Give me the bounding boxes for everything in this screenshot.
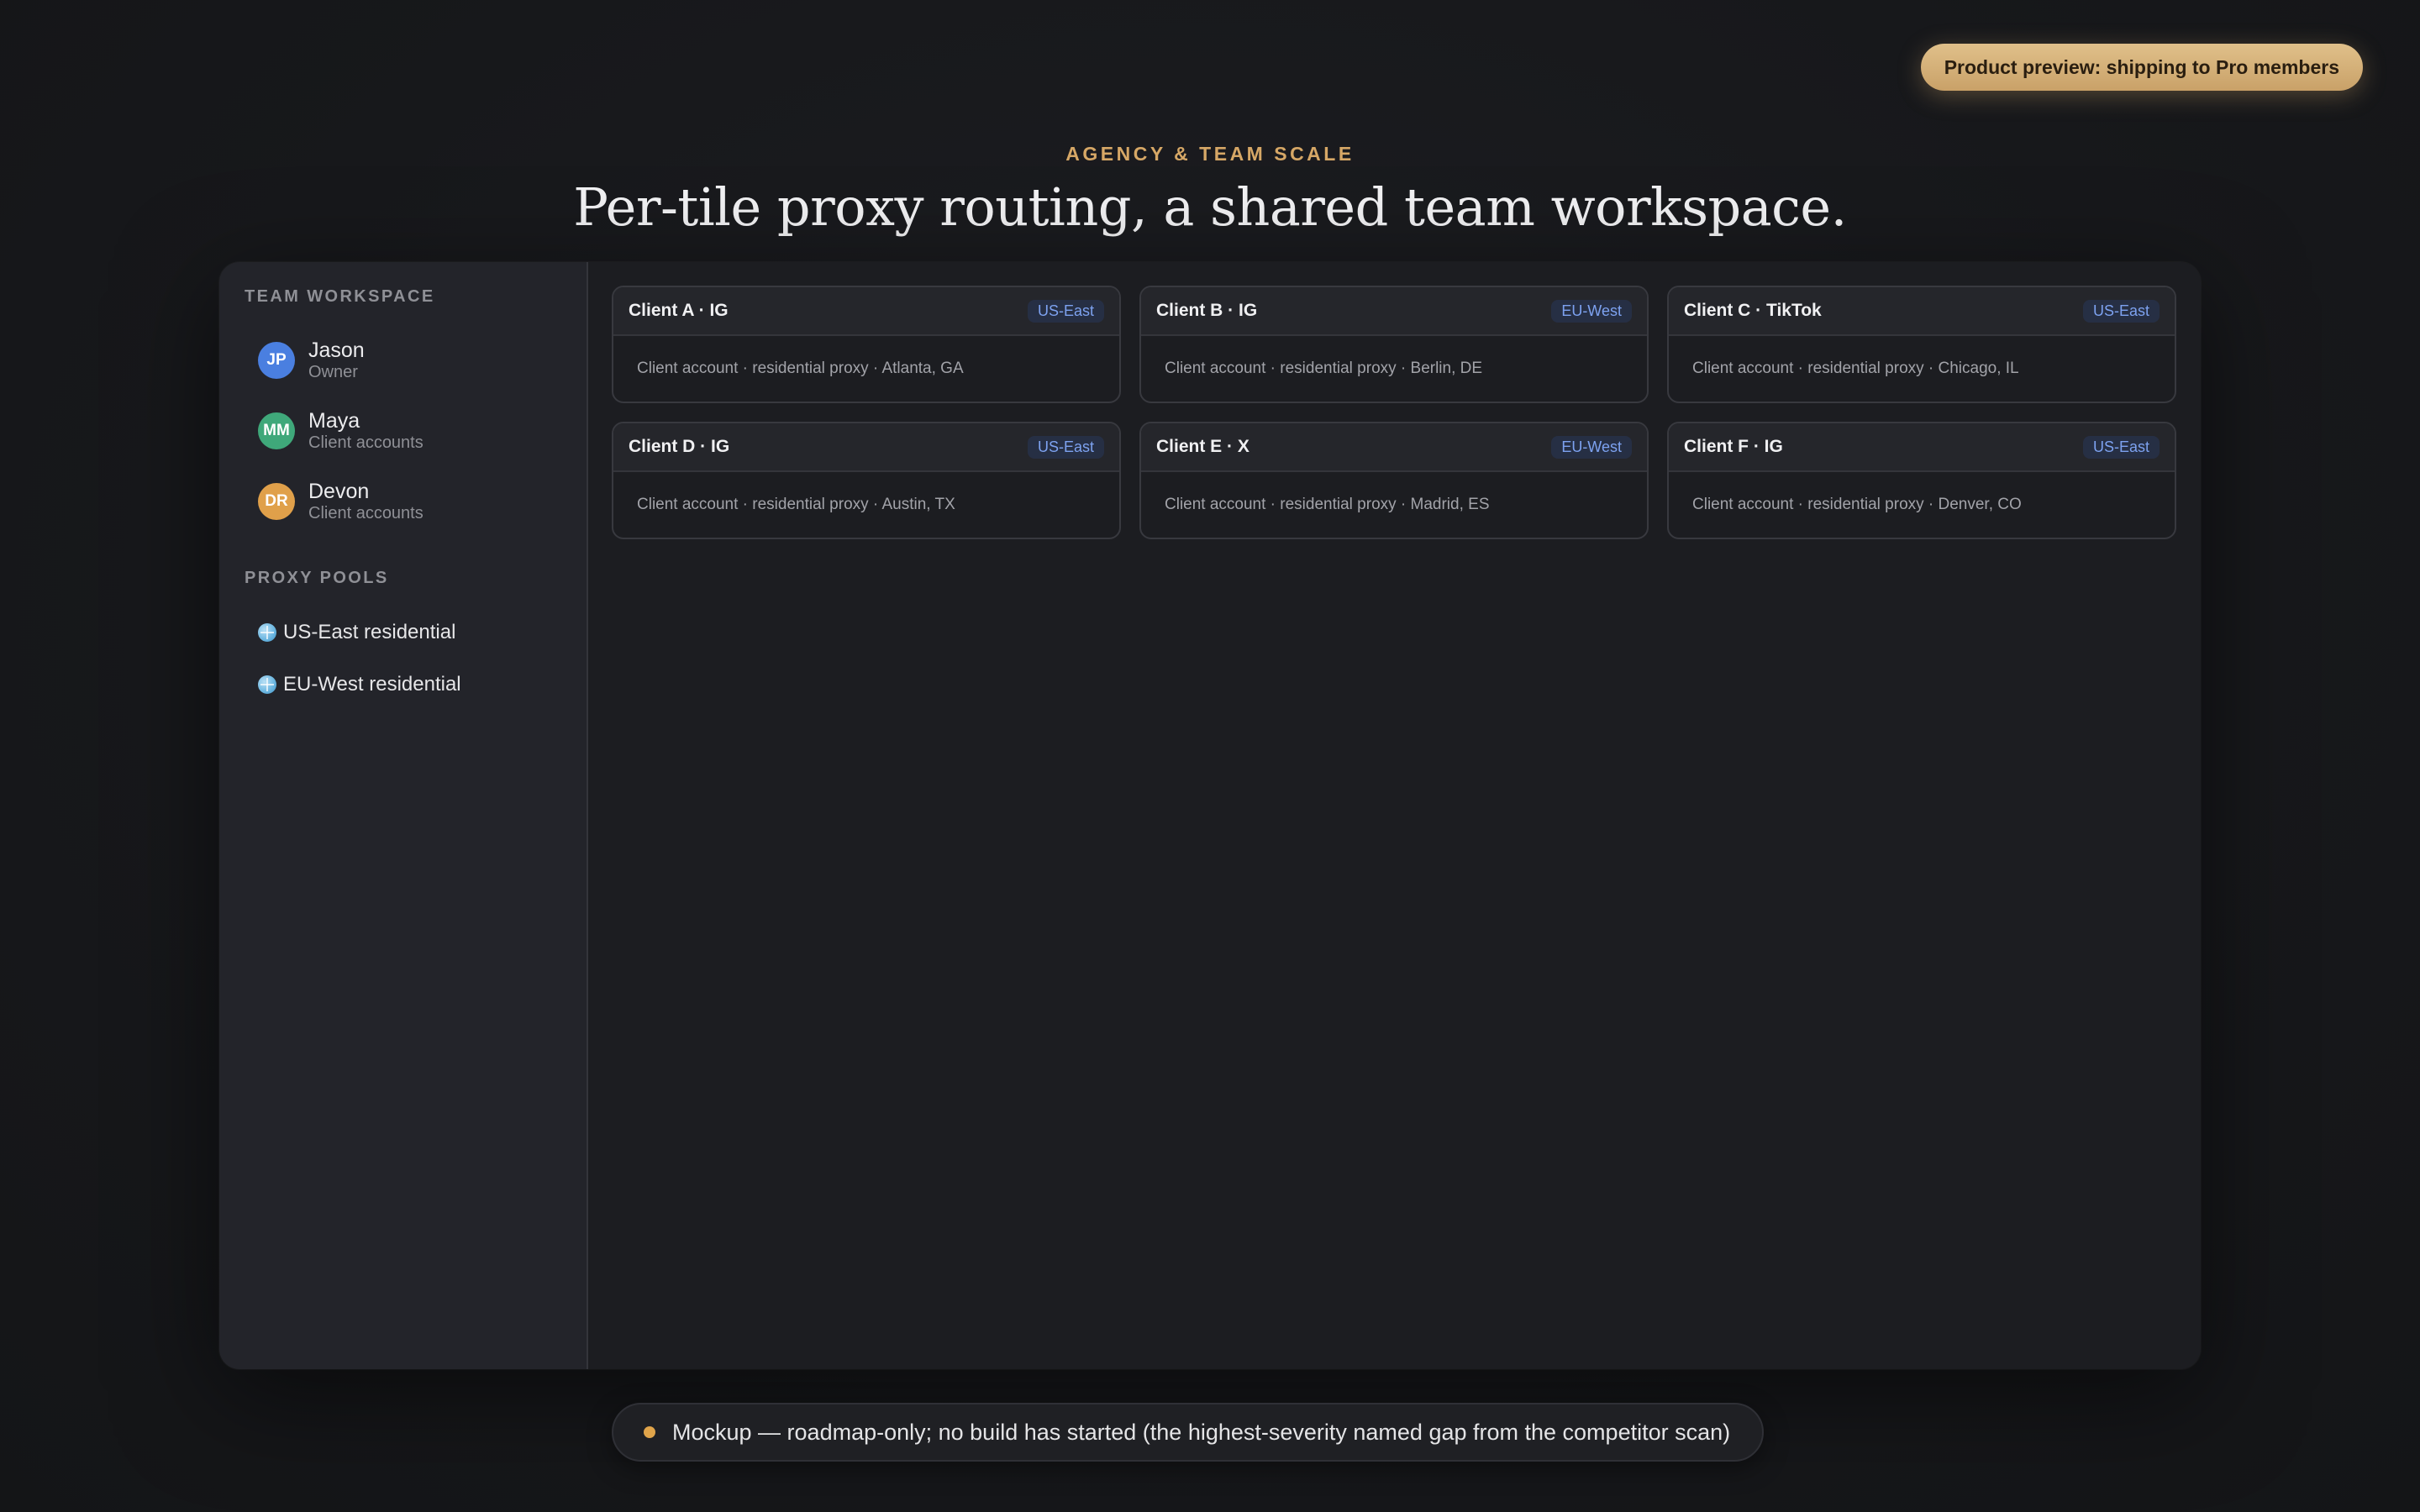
member-devon[interactable]: DR Devon Client accounts — [245, 466, 561, 537]
page-headline: Per-tile proxy routing, a shared team wo… — [573, 176, 1847, 238]
tile-description: Client account · residential proxy · Mad… — [1165, 496, 1490, 513]
section-eyebrow: AGENCY & TEAM SCALE — [1065, 143, 1355, 165]
tile-title: Client F · IG — [1684, 437, 1783, 456]
tile-header: Client A · IG US-East — [613, 287, 1119, 336]
client-tile[interactable]: Client F · IG US-East Client account · r… — [1667, 422, 2176, 539]
tile-title: Client E · X — [1156, 437, 1249, 456]
globe-icon — [258, 623, 276, 642]
tile-header: Client D · IG US-East — [613, 423, 1119, 472]
avatar: JP — [258, 342, 295, 379]
region-badge: US-East — [2082, 299, 2160, 323]
tile-description: Client account · residential proxy · Den… — [1692, 496, 2022, 513]
tile-grid: Client A · IG US-East Client account · r… — [612, 286, 2177, 539]
status-dot-icon — [644, 1426, 655, 1438]
page: Product preview: shipping to Pro members… — [0, 0, 2420, 1512]
tile-title: Client A · IG — [629, 301, 729, 320]
tile-title: Client D · IG — [629, 437, 730, 456]
member-name: Jason — [308, 339, 365, 362]
region-badge: US-East — [2082, 435, 2160, 459]
tile-description: Client account · residential proxy · Atl… — [637, 360, 964, 377]
member-name: Maya — [308, 409, 360, 433]
tile-area: Client A · IG US-East Client account · r… — [588, 262, 2201, 1369]
pool-us-east[interactable]: US-East residential — [245, 606, 561, 659]
tile-title: Client C · TikTok — [1684, 301, 1822, 320]
tile-header: Client B · IG EU-West — [1141, 287, 1647, 336]
pool-label: US-East residential — [283, 621, 456, 643]
region-badge: US-East — [1027, 435, 1104, 459]
member-name: Devon — [308, 480, 370, 503]
client-tile[interactable]: Client B · IG EU-West Client account · r… — [1139, 286, 1649, 403]
member-jason[interactable]: JP Jason Owner — [245, 325, 561, 396]
region-badge: EU-West — [1551, 435, 1632, 459]
globe-icon — [258, 675, 276, 694]
pool-label: EU-West residential — [283, 673, 461, 696]
region-badge: EU-West — [1551, 299, 1632, 323]
tile-header: Client E · X EU-West — [1141, 423, 1647, 472]
client-tile[interactable]: Client E · X EU-West Client account · re… — [1139, 422, 1649, 539]
member-role: Owner — [308, 363, 358, 381]
tile-header: Client C · TikTok US-East — [1669, 287, 2175, 336]
avatar: DR — [258, 483, 295, 520]
client-tile[interactable]: Client C · TikTok US-East Client account… — [1667, 286, 2176, 403]
sidebar: TEAM WORKSPACE JP Jason Owner MM Maya Cl… — [219, 262, 588, 1369]
client-tile[interactable]: Client D · IG US-East Client account · r… — [612, 422, 1121, 539]
proxy-pools-title: PROXY POOLS — [245, 569, 389, 587]
pool-eu-west[interactable]: EU-West residential — [245, 659, 561, 711]
mockup-footnote: Mockup — roadmap-only; no build has star… — [612, 1403, 1765, 1462]
client-tile[interactable]: Client A · IG US-East Client account · r… — [612, 286, 1121, 403]
tile-header: Client F · IG US-East — [1669, 423, 2175, 472]
product-preview-badge[interactable]: Product preview: shipping to Pro members — [1920, 44, 2363, 91]
tile-title: Client B · IG — [1156, 301, 1258, 320]
region-badge: US-East — [1027, 299, 1104, 323]
member-maya[interactable]: MM Maya Client accounts — [245, 396, 561, 466]
avatar: MM — [258, 412, 295, 449]
team-workspace-title: TEAM WORKSPACE — [245, 287, 435, 306]
app-window-mockup: TEAM WORKSPACE JP Jason Owner MM Maya Cl… — [219, 262, 2201, 1369]
footnote-text: Mockup — roadmap-only; no build has star… — [672, 1419, 1731, 1445]
member-role: Client accounts — [308, 433, 424, 452]
tile-description: Client account · residential proxy · Chi… — [1692, 360, 2019, 377]
tile-description: Client account · residential proxy · Ber… — [1165, 360, 1483, 377]
tile-description: Client account · residential proxy · Aus… — [637, 496, 955, 513]
member-role: Client accounts — [308, 504, 424, 522]
